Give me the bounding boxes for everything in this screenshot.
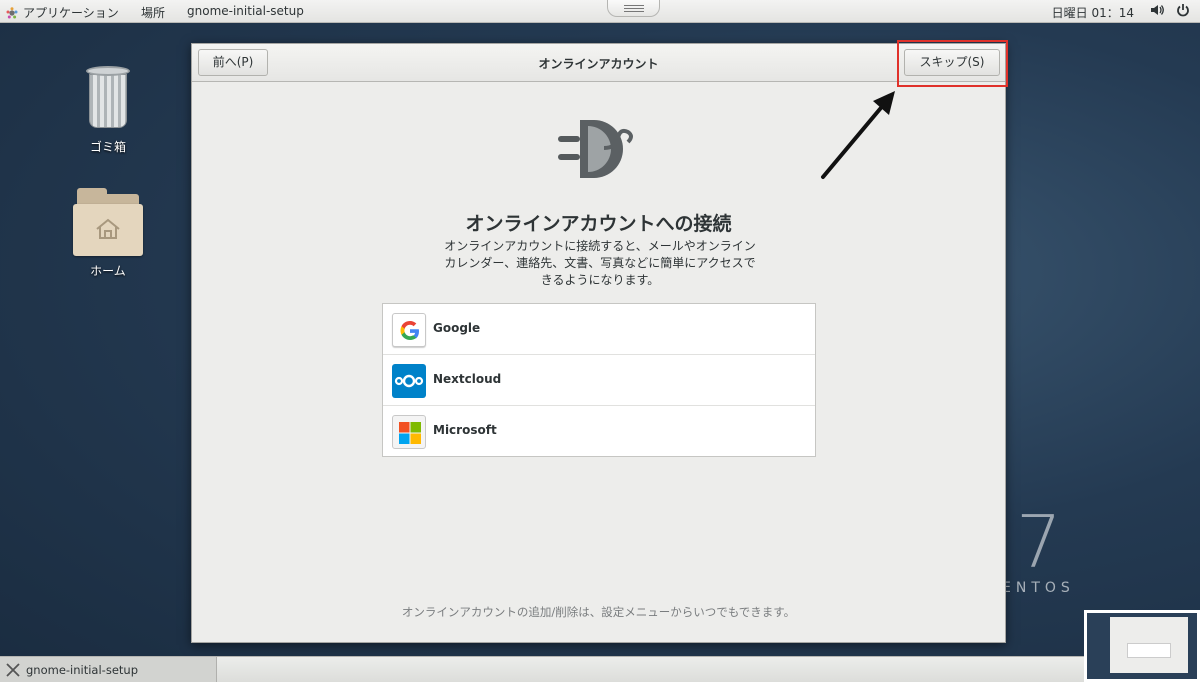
places-menu[interactable]: 場所 [141, 4, 165, 21]
page-description: オンラインアカウントに接続すると、メールやオンラインカレンダー、連絡先、文書、写… [444, 239, 756, 287]
nextcloud-icon [392, 364, 426, 398]
provider-name: Nextcloud [433, 372, 502, 386]
provider-list: Google Nextcloud Microsoft [382, 303, 816, 457]
provider-row-nextcloud[interactable]: Nextcloud [383, 355, 815, 406]
taskbar-window-item[interactable]: gnome-initial-setup [0, 657, 217, 682]
activities-handle[interactable] [607, 0, 660, 17]
footer-note: オンラインアカウントの追加/削除は、設定メニューからいつでもできます。 [401, 605, 796, 619]
provider-name: Google [433, 321, 481, 335]
dialog-title: オンラインアカウント [538, 57, 659, 71]
wallpaper-version-number: 7 [1016, 500, 1062, 584]
page-heading: オンラインアカウントへの接続 [465, 213, 732, 235]
window-list-bar: gnome-initial-setup [0, 656, 1200, 682]
applications-label: アプリケーション [23, 6, 119, 20]
gnome-foot-icon [6, 6, 18, 18]
trash-icon [84, 66, 132, 128]
desktop-trash[interactable]: ゴミ箱 [68, 66, 148, 155]
workspace-switcher-thumbnail[interactable] [1084, 610, 1200, 682]
trash-label: ゴミ箱 [89, 140, 126, 154]
setup-tools-icon [6, 663, 20, 677]
clock[interactable]: 日曜日 01：14 [1052, 4, 1134, 21]
provider-name: Microsoft [433, 423, 497, 437]
google-icon [392, 313, 426, 347]
header-bar: 前へ(P) オンラインアカウント スキップ(S) [192, 44, 1005, 82]
microsoft-icon [392, 415, 426, 449]
power-icon[interactable] [1176, 3, 1190, 21]
applications-menu[interactable]: アプリケーション [6, 4, 119, 21]
app-menu[interactable]: gnome-initial-setup [187, 4, 304, 18]
wallpaper-brand-text: ENTOS [1002, 580, 1075, 596]
taskbar-window-label: gnome-initial-setup [26, 663, 138, 677]
home-folder-icon [73, 186, 143, 256]
volume-icon[interactable] [1150, 3, 1164, 21]
skip-button-highlight-box [897, 40, 1008, 87]
home-label: ホーム [90, 264, 126, 278]
online-accounts-plug-icon [558, 120, 633, 178]
annotation-arrow-icon [821, 91, 895, 179]
desktop-home[interactable]: ホーム [68, 186, 148, 279]
top-bar: アプリケーション 場所 gnome-initial-setup 日曜日 01：1… [0, 0, 1200, 23]
provider-row-microsoft[interactable]: Microsoft [383, 406, 815, 457]
provider-row-google[interactable]: Google [383, 304, 815, 355]
